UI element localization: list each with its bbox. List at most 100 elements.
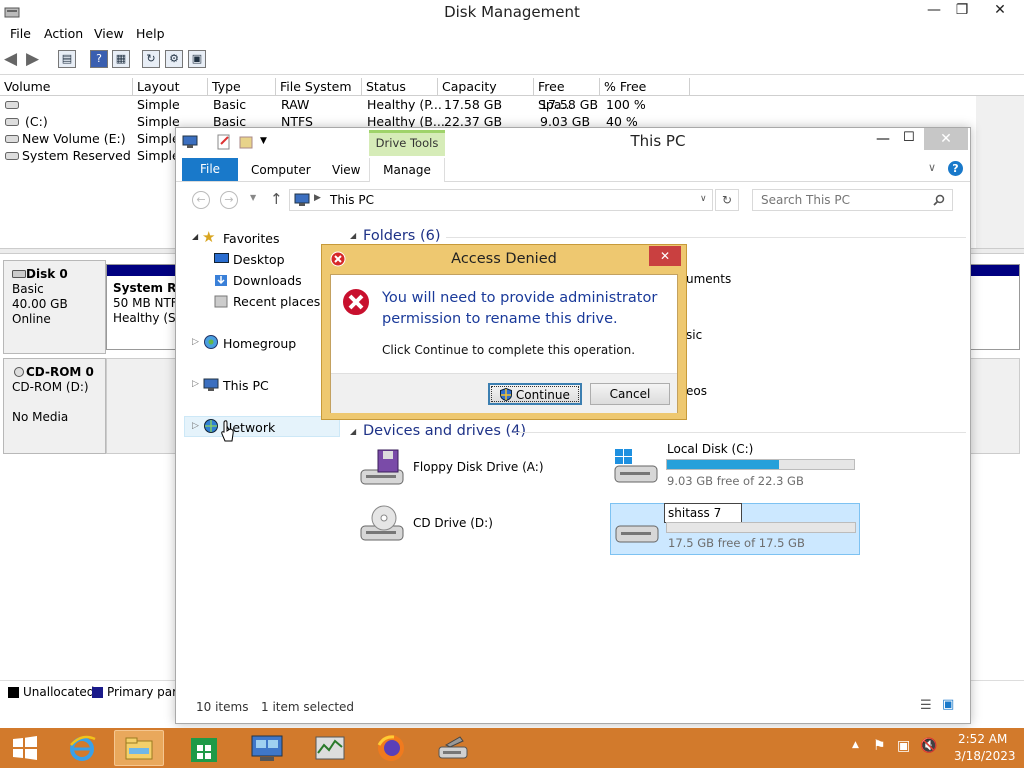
tab-file[interactable]: File	[182, 158, 238, 181]
devices-group-header[interactable]: Devices and drives (4)	[363, 423, 526, 439]
network-expander-icon[interactable]: ▷	[192, 421, 199, 431]
back-arrow-icon[interactable]: ◀	[4, 49, 17, 69]
col-file-system[interactable]: File System	[276, 78, 362, 96]
tab-manage[interactable]: Manage	[369, 158, 445, 182]
properties-icon[interactable]: ▦	[112, 50, 130, 68]
col-layout[interactable]: Layout	[133, 78, 208, 96]
volume-capacity: 17.58 GB	[444, 97, 503, 112]
disk-0-label[interactable]: Disk 0 Basic 40.00 GB Online	[3, 260, 106, 354]
this-pc-icon	[294, 193, 310, 206]
minimize-button[interactable]: —	[876, 131, 890, 147]
cd-drive-icon	[360, 505, 404, 541]
disk-size: 40.00 GB	[12, 297, 68, 311]
system-reserved-partition[interactable]: System Re 50 MB NTF Healthy (Sy	[106, 264, 182, 350]
this-pc-expander-icon[interactable]: ▷	[192, 379, 199, 389]
taskbar-store[interactable]	[179, 730, 229, 766]
clock-time[interactable]: 2:52 AM	[958, 732, 1007, 746]
menu-help[interactable]: Help	[136, 26, 165, 41]
status-selected: 1 item selected	[261, 700, 355, 714]
large-icons-view-icon[interactable]: ▣	[942, 697, 954, 712]
status-item-count: 10 items	[196, 700, 249, 714]
favorites-expander-icon[interactable]: ◢	[192, 232, 198, 241]
col-percent-free[interactable]: % Free	[600, 78, 690, 96]
taskbar-resource-monitor[interactable]	[305, 730, 355, 766]
refresh-icon[interactable]: ↻	[142, 50, 160, 68]
nav-downloads[interactable]: Downloads	[233, 273, 302, 288]
nav-desktop[interactable]: Desktop	[233, 252, 285, 267]
menu-action[interactable]: Action	[44, 26, 83, 41]
volume-file-system: RAW	[281, 97, 310, 112]
drive-name: Local Disk (C:)	[667, 442, 754, 456]
menu-file[interactable]: File	[10, 26, 31, 41]
continue-button[interactable]: Continue	[488, 383, 582, 405]
close-button[interactable]: ✕	[924, 128, 968, 150]
col-status[interactable]: Status	[362, 78, 438, 96]
details-view-icon[interactable]: ☰	[920, 698, 932, 713]
homegroup-expander-icon[interactable]: ▷	[192, 337, 199, 347]
taskbar-disk-management[interactable]	[428, 730, 478, 766]
start-button[interactable]	[0, 730, 50, 766]
rescan-disks-icon[interactable]: ⚙	[165, 50, 183, 68]
cancel-button[interactable]: Cancel	[590, 383, 670, 405]
forward-button[interactable]: →	[220, 191, 238, 209]
show-hidden-icons[interactable]: ▲	[852, 740, 859, 750]
nav-homegroup[interactable]: Homegroup	[223, 336, 296, 351]
dialog-button-bar: Continue Cancel	[331, 373, 677, 413]
help-icon[interactable]: ?	[90, 50, 108, 68]
folders-collapse-icon[interactable]: ◢	[350, 231, 356, 240]
search-box[interactable]	[752, 189, 953, 211]
refresh-button[interactable]: ↻	[715, 189, 739, 211]
search-input[interactable]	[753, 190, 928, 210]
folder-music-label[interactable]: sic	[686, 328, 702, 342]
drive-cd[interactable]: CD Drive (D:)	[358, 502, 578, 548]
close-button[interactable]: ✕	[986, 2, 1014, 18]
minimize-button[interactable]: —	[920, 2, 948, 18]
nav-this-pc[interactable]: This PC	[223, 378, 269, 393]
action-center-flag-icon[interactable]: ⚑	[873, 738, 886, 754]
back-button[interactable]: ←	[192, 191, 210, 209]
network-tray-icon[interactable]: ▣	[897, 738, 910, 754]
menu-view[interactable]: View	[94, 26, 124, 41]
nav-recent-places[interactable]: Recent places	[233, 294, 320, 309]
clock-date[interactable]: 3/18/2023	[954, 749, 1016, 763]
disk-icon	[12, 270, 26, 278]
volume-name: System Reserved	[22, 148, 131, 163]
help-icon[interactable]: ?	[948, 161, 963, 176]
show-hide-tree-icon[interactable]: ▤	[58, 50, 76, 68]
col-volume[interactable]: Volume	[0, 78, 133, 96]
drive-renaming-selected[interactable]: 17.5 GB free of 17.5 GB	[610, 503, 860, 555]
tab-view[interactable]: View	[332, 163, 360, 177]
maximize-button[interactable]: ☐	[903, 130, 915, 145]
rename-input[interactable]	[664, 503, 742, 523]
folder-videos-label[interactable]: eos	[686, 384, 707, 398]
taskbar-firefox[interactable]	[366, 730, 416, 766]
folders-group-header[interactable]: Folders (6)	[363, 228, 441, 244]
taskbar-file-explorer[interactable]	[114, 730, 164, 766]
devices-collapse-icon[interactable]: ◢	[350, 427, 356, 436]
up-button[interactable]: ↑	[270, 190, 283, 208]
col-type[interactable]: Type	[208, 78, 276, 96]
expand-ribbon-icon[interactable]: ∨	[928, 161, 936, 174]
drive-usage-bar	[666, 459, 855, 470]
disk-management-titlebar: Disk Management — ❐ ✕	[0, 0, 1024, 24]
settings-icon[interactable]: ▣	[188, 50, 206, 68]
cdrom-0-label[interactable]: CD-ROM 0 CD-ROM (D:) No Media	[3, 358, 106, 454]
disk-0-partition-right[interactable]	[966, 264, 1020, 350]
taskbar-internet-explorer[interactable]	[57, 730, 107, 766]
recent-locations-icon[interactable]: ▼	[250, 193, 256, 202]
col-capacity[interactable]: Capacity	[438, 78, 534, 96]
col-free-space[interactable]: Free Spa...	[534, 78, 600, 112]
forward-arrow-icon[interactable]: ▶	[26, 49, 39, 69]
restore-button[interactable]: ❐	[948, 2, 976, 18]
dialog-close-button[interactable]: ✕	[649, 246, 681, 266]
taskbar-computer-management[interactable]	[242, 730, 292, 766]
address-bar[interactable]: ▶ This PC ∨	[289, 189, 713, 211]
drive-floppy[interactable]: Floppy Disk Drive (A:)	[358, 446, 578, 492]
folder-documents-label[interactable]: uments	[686, 272, 731, 286]
tab-computer[interactable]: Computer	[251, 163, 311, 177]
address-dropdown-icon[interactable]: ∨	[700, 194, 707, 204]
drive-local-disk-c[interactable]: Local Disk (C:) 9.03 GB free of 22.3 GB	[610, 442, 860, 494]
nav-favorites[interactable]: Favorites	[223, 231, 279, 246]
error-icon	[341, 287, 371, 317]
volume-muted-icon[interactable]: 🔇	[920, 738, 937, 754]
